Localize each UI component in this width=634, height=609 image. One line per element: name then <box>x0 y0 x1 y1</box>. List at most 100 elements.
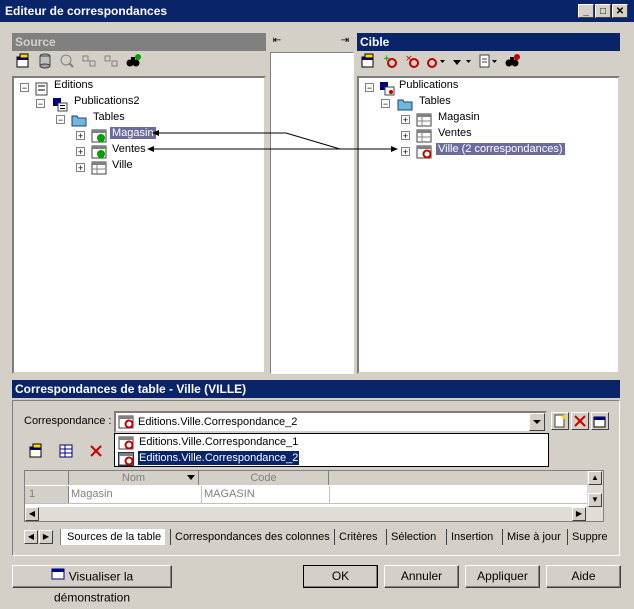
tab-sources[interactable]: Sources de la table <box>60 529 166 545</box>
source-root-label[interactable]: Editions <box>52 79 95 91</box>
apply-button[interactable]: Appliquer <box>465 565 540 588</box>
add-mapping-icon[interactable]: + <box>381 53 399 71</box>
link-disabled-icon[interactable] <box>80 53 98 71</box>
sort-dropdown-icon[interactable] <box>186 474 196 482</box>
target-root-label[interactable]: Publications <box>397 79 460 91</box>
scroll-up-button[interactable]: ▲ <box>588 471 602 485</box>
new-mapping-button[interactable] <box>551 412 569 430</box>
demo-label: Visualiser la démonstration <box>53 569 134 605</box>
row-number: 1 <box>25 486 69 503</box>
scroll-right-button[interactable]: ▶ <box>572 507 586 521</box>
tab-strip: ◀ ▶ Sources de la table Correspondances … <box>24 529 608 547</box>
source-grid[interactable]: Nom Code 1 Magasin MAGASIN ▲ ▼ ◀ ▶ <box>24 470 604 522</box>
source-publication-label[interactable]: Publications2 <box>72 95 141 107</box>
option-label: Editions.Ville.Correspondance_1 <box>139 436 299 448</box>
grid-hscrollbar[interactable]: ◀ ▶ <box>25 507 603 521</box>
document-dropdown-icon[interactable] <box>477 53 499 71</box>
column-header-code[interactable]: Code <box>199 471 329 485</box>
help-button[interactable]: Aide <box>546 565 621 588</box>
tab-scroll-left[interactable]: ◀ <box>24 530 38 544</box>
mapping-icon <box>118 452 134 466</box>
column-label: Nom <box>121 472 146 484</box>
scroll-left-button[interactable]: ⇤ <box>270 33 284 49</box>
add-source-icon[interactable] <box>57 443 75 461</box>
expand-icon[interactable]: + <box>76 147 85 157</box>
cell-nom[interactable]: Magasin <box>71 486 197 503</box>
binoculars-target-icon[interactable] <box>503 53 521 71</box>
target-item-magasin[interactable]: Magasin <box>436 111 482 123</box>
mapping-combobox[interactable]: Editions.Ville.Correspondance_2 <box>114 411 547 433</box>
properties-icon[interactable] <box>359 53 377 71</box>
delete-mapping-icon[interactable]: × <box>403 53 421 71</box>
find-disabled-icon[interactable] <box>58 53 76 71</box>
target-header: Cible <box>357 33 620 51</box>
ok-button[interactable]: OK <box>303 565 378 588</box>
scroll-left-button[interactable]: ◀ <box>25 507 39 521</box>
expand-icon[interactable]: + <box>401 131 410 141</box>
mapped-table-icon <box>91 145 107 159</box>
collapse-icon[interactable]: − <box>56 115 65 125</box>
tab-insert[interactable]: Insertion <box>446 529 496 545</box>
source-item-ville[interactable]: Ville <box>110 159 135 171</box>
tab-delete[interactable]: Suppre <box>567 529 608 545</box>
expand-icon[interactable]: + <box>76 163 85 173</box>
mapped-table-icon <box>91 129 107 143</box>
delete-row-icon[interactable] <box>87 443 105 461</box>
publication-icon <box>379 81 395 96</box>
delete-mapping-button[interactable] <box>571 412 589 430</box>
view-dropdown-icon[interactable] <box>451 53 473 71</box>
dropdown-arrow-button[interactable] <box>529 413 545 431</box>
tab-criteria[interactable]: Critères <box>334 529 381 545</box>
grid-properties-icon[interactable] <box>27 443 45 461</box>
tab-update[interactable]: Mise à jour <box>502 529 564 545</box>
mapping-properties-button[interactable] <box>591 412 609 430</box>
dropdown-option[interactable]: Editions.Ville.Correspondance_1 <box>116 435 547 451</box>
target-tables-label[interactable]: Tables <box>417 95 453 107</box>
expand-icon[interactable]: + <box>401 147 410 157</box>
option-label: Editions.Ville.Correspondance_2 <box>136 450 301 466</box>
minimize-button[interactable]: _ <box>578 4 594 18</box>
tab-scroll-right[interactable]: ▶ <box>39 530 53 544</box>
binoculars-icon[interactable] <box>124 53 142 71</box>
close-button[interactable]: ✕ <box>612 4 628 18</box>
collapse-icon[interactable]: − <box>20 83 29 93</box>
collapse-icon[interactable]: − <box>365 83 374 93</box>
unlink-disabled-icon[interactable] <box>102 53 120 71</box>
target-toolbar: + × <box>357 53 620 75</box>
scroll-down-button[interactable]: ▼ <box>588 493 602 507</box>
mapping-dropdown-list[interactable]: Editions.Ville.Correspondance_1 Editions… <box>114 433 549 467</box>
tab-column-mappings[interactable]: Correspondances des colonnes <box>170 529 333 545</box>
maximize-button[interactable]: □ <box>595 4 611 18</box>
target-tree[interactable]: − Publications − Tables + Magasin + Vent… <box>357 76 620 374</box>
title-bar: Editeur de correspondances _ □ ✕ <box>0 0 634 22</box>
folder-icon <box>397 97 413 111</box>
mapping-icon <box>118 415 134 429</box>
expand-icon[interactable]: + <box>401 115 410 125</box>
scroll-right-button[interactable]: ⇥ <box>338 33 352 49</box>
cancel-button[interactable]: Annuler <box>384 565 459 588</box>
database-icon[interactable] <box>36 53 54 71</box>
mapping-selected-value: Editions.Ville.Correspondance_2 <box>138 416 298 428</box>
collapse-icon[interactable]: − <box>381 99 390 109</box>
cell-code[interactable]: MAGASIN <box>201 486 330 503</box>
grid-vscrollbar[interactable]: ▲ ▼ <box>587 471 603 507</box>
show-demo-button[interactable]: Visualiser la démonstration <box>12 565 172 605</box>
model-icon <box>34 81 50 96</box>
table-row[interactable]: 1 Magasin MAGASIN <box>25 486 587 504</box>
link-pane <box>270 52 354 374</box>
table-icon <box>416 129 432 143</box>
source-tree[interactable]: − Editions − Publications2 − Tables + Ma… <box>12 76 266 374</box>
collapse-icon[interactable]: − <box>36 99 45 109</box>
source-item-magasin[interactable]: Magasin <box>110 127 156 139</box>
filter-dropdown-icon[interactable] <box>425 53 447 71</box>
column-header-nom[interactable]: Nom <box>69 471 199 485</box>
table-icon <box>416 113 432 127</box>
source-item-ventes[interactable]: Ventes <box>110 143 148 155</box>
target-item-ville[interactable]: Ville (2 correspondances) <box>436 143 565 155</box>
properties-icon[interactable] <box>14 53 32 71</box>
tab-selection[interactable]: Sélection <box>386 529 439 545</box>
source-tables-label[interactable]: Tables <box>91 111 127 123</box>
target-item-ventes[interactable]: Ventes <box>436 127 474 139</box>
dropdown-option-selected[interactable]: Editions.Ville.Correspondance_2 <box>116 450 547 467</box>
expand-icon[interactable]: + <box>76 131 85 141</box>
